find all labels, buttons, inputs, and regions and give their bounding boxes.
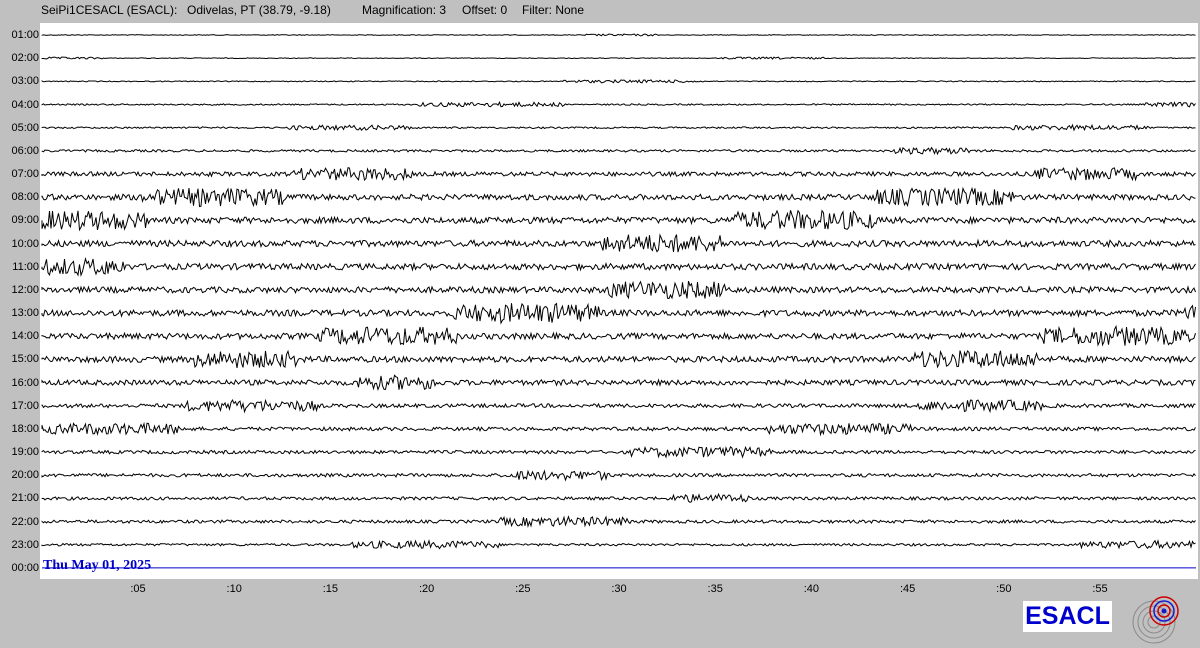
minute-label: :50 [996, 583, 1012, 595]
minute-label: :15 [322, 583, 339, 595]
minute-label: :25 [515, 583, 531, 595]
hour-label: 10:00 [11, 237, 39, 250]
minute-label: :55 [1092, 583, 1108, 595]
hour-label: 13:00 [11, 307, 39, 320]
hour-label: 15:00 [11, 353, 39, 366]
minute-label: :05 [130, 583, 146, 595]
hour-label: 21:00 [11, 492, 39, 505]
offset-label: Offset: 0 [462, 3, 508, 17]
trace-line [41, 302, 1196, 325]
date-label: Thu May 01, 2025 [43, 558, 152, 573]
hour-label: 09:00 [11, 214, 39, 227]
hour-label: 05:00 [11, 121, 39, 134]
hour-label: 07:00 [11, 168, 39, 181]
hour-label: 11:00 [12, 260, 39, 273]
seismogram-plot [40, 23, 1198, 579]
trace-line [41, 349, 1196, 369]
hour-label: 06:00 [11, 144, 39, 157]
trace-line [41, 56, 1196, 60]
trace-line [41, 398, 1196, 414]
trace-line [41, 445, 1196, 459]
trace-line [41, 209, 1196, 232]
hour-label: 00:00 [11, 561, 39, 574]
trace-line [41, 79, 1196, 84]
trace-line [41, 123, 1196, 132]
magnification-label: Magnification: 3 [362, 3, 447, 17]
hour-label: 04:00 [11, 98, 39, 111]
trace-line [41, 539, 1196, 550]
hour-label: 03:00 [11, 75, 39, 88]
esacl-logo: ESACL [1023, 601, 1112, 632]
minute-label: :10 [226, 583, 242, 595]
hour-label: 19:00 [11, 446, 39, 459]
hour-label: 08:00 [11, 191, 39, 204]
trace-line [41, 515, 1196, 529]
hour-label: 01:00 [11, 29, 39, 41]
trace-line [41, 166, 1196, 182]
filter-label: Filter: None [522, 3, 585, 17]
minute-label: :30 [611, 583, 627, 595]
minute-label: :20 [418, 583, 435, 595]
station-label: SeiPi1CESACL (ESACL): [41, 3, 178, 17]
trace-line [41, 469, 1196, 482]
trace-line [41, 324, 1196, 347]
hour-label: 18:00 [11, 422, 39, 435]
trace-line [41, 421, 1196, 437]
hour-label: 23:00 [11, 538, 39, 551]
location-label: Odivelas, PT (38.79, -9.18) [187, 3, 331, 17]
trace-line [41, 100, 1196, 108]
seismic-emblem-icon [1132, 596, 1179, 644]
minute-label: :40 [803, 583, 820, 595]
minute-label: :45 [899, 583, 916, 595]
minute-label: :35 [707, 583, 723, 595]
hour-label: 16:00 [11, 376, 39, 389]
header-bar: SeiPi1CESACL (ESACL): Odivelas, PT (38.7… [0, 0, 1200, 22]
hour-label: 17:00 [11, 399, 39, 412]
trace-line [41, 492, 1196, 503]
trace-line [41, 33, 1196, 37]
hour-label: 12:00 [11, 283, 39, 296]
trace-line [41, 256, 1196, 277]
hour-label: 20:00 [11, 469, 39, 482]
hour-label: 22:00 [11, 515, 39, 528]
trace-line [41, 233, 1196, 253]
trace-line [41, 186, 1196, 208]
trace-line [41, 280, 1196, 300]
trace-line [41, 146, 1196, 156]
trace-line [41, 374, 1196, 391]
seismogram-traces [41, 33, 1196, 569]
hour-label: 14:00 [11, 330, 39, 343]
hour-label: 02:00 [11, 52, 39, 65]
